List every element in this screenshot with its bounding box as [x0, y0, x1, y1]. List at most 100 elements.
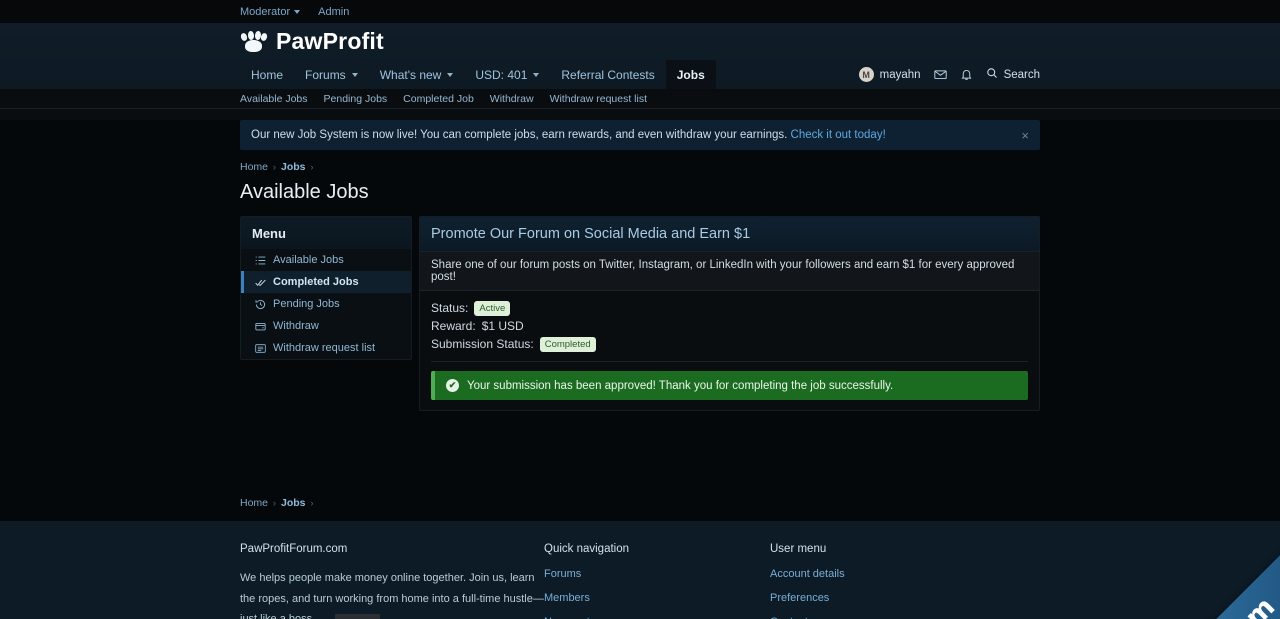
alert-message: Your submission has been approved! Thank…	[467, 379, 894, 392]
check-circle-icon: ✔	[446, 379, 459, 392]
nav-label: What's new	[379, 67, 442, 82]
chevron-down-icon	[447, 72, 454, 77]
sidebar-item-label: Available Jobs	[273, 254, 344, 266]
subnav-item-withdraw-request-list[interactable]: Withdraw request list	[550, 93, 647, 105]
footer-quick-nav-column: Quick navigation Forums Members New post…	[544, 543, 770, 619]
site-notice: Our new Job System is now live! You can …	[240, 120, 1040, 150]
footer-about-title: PawProfitForum.com	[240, 543, 348, 555]
breadcrumb-jobs[interactable]: Jobs	[281, 161, 306, 173]
nav-item-referral-contests[interactable]: Referral Contests	[550, 60, 665, 89]
status-badge: Active	[474, 301, 511, 316]
subnav-item-completed-job[interactable]: Completed Job	[403, 93, 474, 105]
nav-item-home[interactable]: Home	[240, 60, 294, 89]
list-alt-icon	[255, 343, 266, 354]
footer-quick-title: Quick navigation	[544, 543, 630, 555]
nav-label: Home	[251, 67, 284, 82]
footer-user-title: User menu	[770, 543, 827, 555]
page-canvas: Our new Job System is now live! You can …	[0, 120, 1280, 521]
submission-status-badge: Completed	[539, 337, 596, 352]
search-button[interactable]: Search	[986, 67, 1040, 82]
chevron-down-icon	[294, 9, 301, 14]
footer-link-members[interactable]: Members	[544, 592, 770, 604]
user-menu-button[interactable]: M mayahn	[858, 67, 921, 82]
breadcrumb-home[interactable]: Home	[240, 161, 268, 173]
notice-text: Our new Job System is now live! You can …	[251, 129, 788, 141]
main-nav-items: Home Forums What's new USD: 401 Referral…	[240, 60, 716, 89]
job-reward-value: $1 USD	[481, 319, 524, 333]
sidebar-item-withdraw[interactable]: Withdraw	[241, 315, 411, 337]
sidebar-item-pending-jobs[interactable]: Pending Jobs	[241, 293, 411, 315]
logo-row: PawProfit	[239, 23, 1040, 60]
job-description: Share one of our forum posts on Twitter,…	[420, 252, 1039, 291]
job-status-label: Status:	[431, 301, 469, 315]
breadcrumb-separator: ›	[310, 498, 314, 508]
sidebar-item-label: Completed Jobs	[273, 276, 359, 288]
page-title: Available Jobs	[240, 181, 369, 203]
staffbar-item-admin[interactable]: Admin	[318, 6, 349, 18]
job-panel: Promote Our Forum on Social Media and Ea…	[419, 216, 1040, 411]
breadcrumb-separator: ›	[273, 498, 277, 508]
search-icon	[986, 67, 998, 82]
nav-item-forums[interactable]: Forums	[294, 60, 369, 89]
nav-item-usd-balance[interactable]: USD: 401	[464, 60, 550, 89]
site-logo-text[interactable]: PawProfit	[276, 28, 384, 55]
job-title: Promote Our Forum on Social Media and Ea…	[420, 217, 1039, 252]
notice-text-wrap: Our new Job System is now live! You can …	[251, 129, 886, 141]
main-nav: Home Forums What's new USD: 401 Referral…	[240, 60, 1040, 89]
sidebar-item-label: Pending Jobs	[273, 298, 340, 310]
bell-icon[interactable]	[960, 68, 973, 81]
breadcrumb-bottom: Home › Jobs ›	[240, 497, 1040, 509]
sidebar-item-label: Withdraw	[273, 320, 319, 332]
sidebar-item-available-jobs[interactable]: Available Jobs	[241, 249, 411, 271]
content-columns: Menu Available Jobs Completed Jobs Pendi…	[240, 216, 1040, 411]
job-reward-label: Reward:	[431, 319, 476, 333]
sidebar-item-label: Withdraw request list	[273, 342, 376, 354]
subnav-item-available-jobs[interactable]: Available Jobs	[240, 93, 308, 105]
job-details: Status: Active Reward: $1 USD Submission…	[420, 291, 1039, 400]
breadcrumb-separator: ›	[310, 162, 314, 172]
notice-link[interactable]: Check it out today!	[791, 129, 886, 141]
footer-about-text: We helps people make money online togeth…	[240, 572, 544, 619]
sidebar-item-completed-jobs[interactable]: Completed Jobs	[241, 271, 411, 293]
staffbar-item-moderator[interactable]: Moderator	[240, 5, 301, 18]
close-icon[interactable]: ×	[1021, 128, 1029, 143]
chevron-down-icon	[533, 72, 540, 77]
avatar: M	[858, 67, 874, 82]
staffbar-moderator-label: Moderator	[240, 5, 291, 18]
history-icon	[255, 299, 266, 310]
sidebar-menu: Menu Available Jobs Completed Jobs Pendi…	[240, 216, 412, 360]
sidebar-item-withdraw-request-list[interactable]: Withdraw request list	[241, 337, 411, 359]
username-label: mayahn	[879, 68, 921, 81]
site-header: PawProfit Home Forums What's new USD: 40…	[0, 23, 1280, 89]
sidebar-title: Menu	[241, 217, 411, 249]
subnav-item-withdraw[interactable]: Withdraw	[490, 93, 534, 105]
staff-bar: Moderator Admin	[0, 0, 1280, 23]
header-user-area: M mayahn Search	[858, 60, 1040, 89]
footer-link-account-details[interactable]: Account details	[770, 568, 970, 580]
nav-label: Forums	[305, 67, 346, 82]
scrollbar-artifact[interactable]	[335, 614, 380, 619]
nav-label: Jobs	[676, 67, 705, 82]
nav-item-whats-new[interactable]: What's new	[369, 60, 465, 89]
double-check-icon	[255, 277, 266, 288]
bottom-breadcrumb-wrap: Home › Jobs ›	[240, 411, 1040, 521]
submission-approved-alert: ✔ Your submission has been approved! Tha…	[431, 371, 1028, 400]
footer-user-menu-column: User menu Account details Preferences Co…	[770, 543, 970, 619]
panel-divider	[431, 361, 1028, 362]
breadcrumb-bottom-home[interactable]: Home	[240, 497, 268, 509]
nav-item-jobs[interactable]: Jobs	[665, 60, 716, 89]
footer-link-preferences[interactable]: Preferences	[770, 592, 970, 604]
subnav-item-pending-jobs[interactable]: Pending Jobs	[324, 93, 388, 105]
wallet-icon	[255, 321, 266, 332]
footer-link-forums[interactable]: Forums	[544, 568, 770, 580]
job-submission-row: Submission Status: Completed	[431, 336, 1028, 353]
breadcrumb-bottom-jobs[interactable]: Jobs	[281, 497, 306, 509]
sub-nav: Available Jobs Pending Jobs Completed Jo…	[0, 89, 1280, 109]
nav-label: USD: 401	[475, 67, 528, 82]
envelope-icon[interactable]	[933, 68, 947, 81]
breadcrumb-separator: ›	[273, 162, 277, 172]
search-label: Search	[1003, 68, 1040, 81]
nav-label: Referral Contests	[561, 67, 655, 82]
paw-print-icon	[239, 30, 269, 53]
chevron-down-icon	[351, 72, 358, 77]
